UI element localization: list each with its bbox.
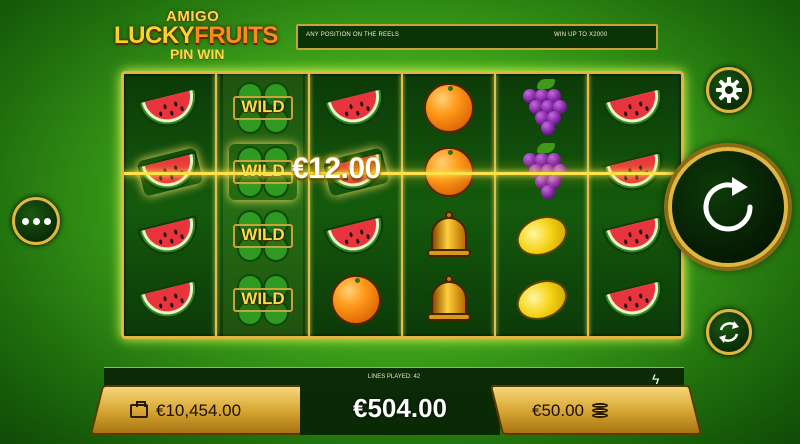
lemon-icon [511, 273, 573, 327]
bell-icon [427, 275, 471, 325]
watermelon-icon [323, 83, 390, 133]
balance-value: €10,454.00 [156, 401, 242, 420]
bet-display[interactable]: €50.00 [532, 397, 608, 425]
win-line [124, 172, 681, 175]
reel-cell [124, 76, 216, 140]
reel-cell: WILD [217, 76, 309, 140]
reel-1 [124, 74, 216, 336]
reel-cell [124, 204, 216, 268]
orange-icon [424, 83, 474, 133]
settings-button[interactable] [706, 67, 752, 113]
wild-label: WILD [241, 289, 285, 308]
reel-divider [494, 74, 496, 336]
menu-button[interactable] [12, 197, 60, 245]
watermelon-icon [602, 275, 669, 325]
bet-value: €50.00 [532, 401, 584, 420]
reel-cell: WILD [217, 268, 309, 332]
reel-4 [403, 74, 495, 336]
reel-cell [310, 268, 402, 332]
autoplay-button[interactable] [706, 309, 752, 355]
reels-area: WILD WILD WILD WILD €12.00 [121, 71, 684, 339]
reel-cell [496, 76, 588, 140]
reel-cell [589, 76, 681, 140]
reel-3 [310, 74, 402, 336]
balance-display: €10,454.00 [130, 397, 241, 425]
reel-5 [496, 74, 588, 336]
watermelon-icon [137, 275, 204, 325]
logo-title-fruits: FRUITS [194, 22, 278, 49]
reel-cell [310, 76, 402, 140]
info-text-left: ANY POSITION ON THE REELS [306, 32, 400, 38]
watermelon-icon [602, 83, 669, 133]
more-dots-icon [21, 217, 29, 225]
grapes-icon [519, 79, 567, 135]
logo-subtitle: PIN WIN [170, 46, 225, 62]
watermelon-icon [137, 83, 204, 133]
spin-arrow-icon [703, 177, 753, 232]
bell-icon [427, 211, 471, 261]
autoplay-cycle-icon [719, 321, 739, 343]
reel-cell [403, 268, 495, 332]
reel-divider [401, 74, 403, 336]
reel-divider [308, 74, 310, 336]
reel-cell [403, 204, 495, 268]
line-win-amount: €12.00 [292, 152, 381, 185]
reel-cell [403, 76, 495, 140]
coins-icon [592, 403, 608, 419]
wild-clover-icon: WILD [229, 272, 297, 328]
reel-cell [589, 204, 681, 268]
watermelon-icon [602, 211, 669, 261]
reel-cell: WILD [217, 204, 309, 268]
lines-played-label: LINES PLAYED: 42 [367, 374, 421, 380]
reel-cell [310, 204, 402, 268]
bottom-bar: LINES PLAYED: 42 ϟ [104, 367, 684, 387]
wild-label: WILD [241, 225, 285, 244]
wild-label: WILD [241, 97, 285, 116]
reel-cell [496, 268, 588, 332]
game-logo: AMIGO LUCKYFRUITS PIN WIN [112, 6, 294, 64]
spin-button[interactable] [668, 147, 788, 267]
lemon-icon [511, 209, 573, 263]
reel-divider [215, 74, 217, 336]
reel-divider [587, 74, 589, 336]
reel-cell [124, 268, 216, 332]
reel-cell [496, 204, 588, 268]
orange-icon [331, 275, 381, 325]
wild-clover-icon: WILD [229, 80, 297, 136]
logo-title-lucky: LUCKY [114, 22, 195, 49]
reel-2: WILD WILD WILD WILD [217, 74, 309, 336]
info-ticker: ANY POSITION ON THE REELS WIN UP TO X200… [296, 24, 658, 50]
info-text-right: WIN UP TO X2000 [554, 32, 608, 38]
gear-icon [716, 77, 742, 103]
reel-cell [589, 268, 681, 332]
watermelon-icon [137, 211, 204, 261]
wild-label: WILD [241, 161, 285, 180]
wild-clover-icon: WILD [229, 208, 297, 264]
total-win-value: €504.00 [353, 393, 447, 423]
watermelon-icon [323, 211, 390, 261]
wallet-icon [130, 401, 148, 418]
